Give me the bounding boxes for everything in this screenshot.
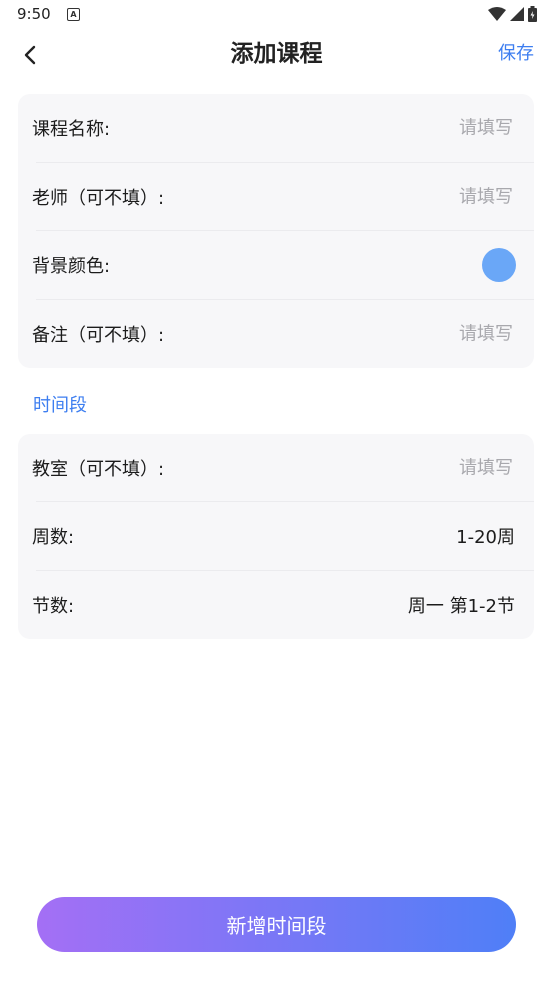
teacher-input[interactable] <box>311 185 515 209</box>
battery-icon <box>528 6 537 22</box>
save-button[interactable]: 保存 <box>498 42 534 66</box>
weeks-row[interactable]: 周数: 1-20周 <box>18 502 534 571</box>
note-label: 备注（可不填）: <box>32 324 165 346</box>
course-name-row[interactable]: 课程名称: <box>18 94 534 163</box>
wifi-icon <box>488 7 506 21</box>
accessibility-a-icon: A <box>67 8 80 21</box>
classroom-input[interactable] <box>311 456 515 480</box>
sessions-label: 节数: <box>32 595 75 617</box>
add-time-slot-button[interactable]: 新增时间段 <box>37 897 516 952</box>
classroom-row[interactable]: 教室（可不填）: <box>18 434 534 503</box>
course-info-card: 课程名称: 老师（可不填）: 背景颜色: 备注（可不填）: <box>18 94 534 368</box>
sessions-value[interactable]: 周一 第1-2节 <box>408 592 515 618</box>
teacher-label: 老师（可不填）: <box>32 187 165 209</box>
page-title: 添加课程 <box>230 41 323 67</box>
background-color-row[interactable]: 背景颜色: <box>18 231 534 300</box>
time-section-title: 时间段 <box>33 395 87 416</box>
sessions-row[interactable]: 节数: 周一 第1-2节 <box>18 571 534 639</box>
background-color-swatch[interactable] <box>482 248 516 283</box>
status-icons <box>488 6 537 22</box>
background-color-label: 背景颜色: <box>32 256 111 278</box>
status-bar: 9:50 A <box>0 0 553 30</box>
time-slot-card: 教室（可不填）: 周数: 1-20周 节数: 周一 第1-2节 <box>18 434 534 639</box>
app-header: 添加课程 保存 <box>0 30 553 78</box>
weeks-value[interactable]: 1-20周 <box>456 523 515 549</box>
status-time: 9:50 <box>17 5 51 23</box>
classroom-label: 教室（可不填）: <box>32 459 165 481</box>
note-row[interactable]: 备注（可不填）: <box>18 300 534 369</box>
signal-icon <box>510 7 524 21</box>
note-input[interactable] <box>311 322 515 346</box>
teacher-row[interactable]: 老师（可不填）: <box>18 163 534 231</box>
course-name-label: 课程名称: <box>32 119 111 141</box>
weeks-label: 周数: <box>32 527 75 549</box>
course-name-input[interactable] <box>311 116 515 140</box>
